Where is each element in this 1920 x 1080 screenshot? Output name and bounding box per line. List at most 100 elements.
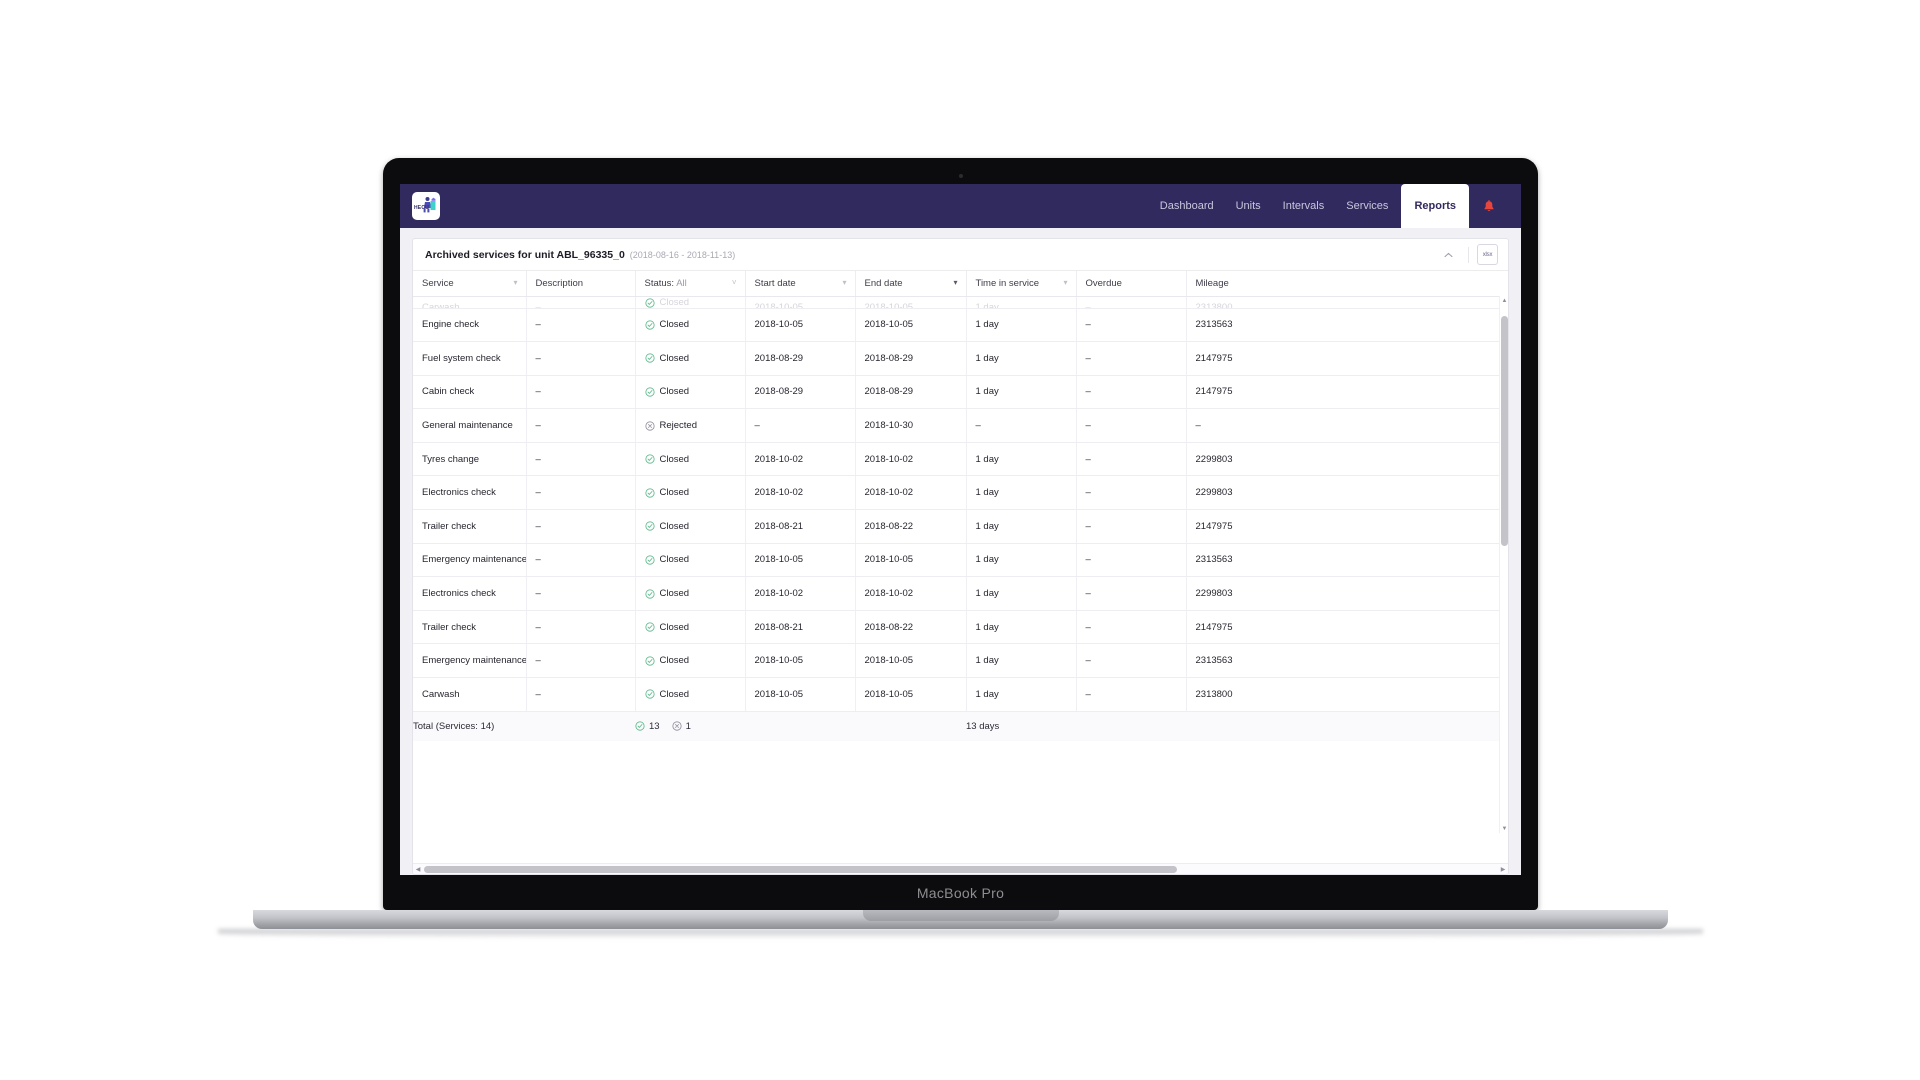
cell-description: – xyxy=(526,509,636,544)
scroll-up-arrow-icon[interactable]: ▲ xyxy=(1500,296,1508,305)
collapse-card-button[interactable] xyxy=(1436,243,1460,267)
column-header-time-in-service[interactable]: Time in service ▾ xyxy=(966,271,1077,297)
total-description xyxy=(526,710,635,742)
report-card-header: Archived services for unit ABL_96335_0 (… xyxy=(413,239,1508,271)
cell-mileage: 2147975 xyxy=(1186,509,1508,544)
table-row[interactable]: Carwash – Closed 2018-10-05 2018-10-05 1 day –… xyxy=(413,677,1508,712)
table-row[interactable]: Emergency maintenance – Closed 2018-10-05 20… xyxy=(413,543,1508,578)
cell-start-date: 2018-10-02 xyxy=(745,576,856,611)
table-row[interactable]: Trailer check – Closed 2018-08-21 2018-08-22… xyxy=(413,610,1508,645)
status-label: Rejected xyxy=(659,420,698,432)
status-label: Closed xyxy=(659,319,690,331)
table-row[interactable]: Trailer check – Closed 2018-08-21 2018-08-22… xyxy=(413,509,1508,544)
cell-time-in-service: 1 day xyxy=(966,543,1077,578)
cell-description: – xyxy=(526,308,636,343)
cell-description: – xyxy=(526,576,636,611)
notifications-button[interactable] xyxy=(1479,184,1499,228)
column-header-start-date[interactable]: Start date ▾ xyxy=(745,271,856,297)
table-row[interactable]: General maintenance – Rejected –2018-10-30–… xyxy=(413,408,1508,443)
table-head: Service ▾ Description Status: All ˅ Star… xyxy=(413,271,1508,297)
status-badge: Closed xyxy=(644,454,736,465)
nav-item-units[interactable]: Units xyxy=(1225,184,1272,228)
status-filter-value: All xyxy=(676,277,687,289)
cell-mileage: 2313563 xyxy=(1186,308,1508,343)
chevron-down-icon-status[interactable]: ˅ xyxy=(732,279,737,287)
column-header-mileage[interactable]: Mileage xyxy=(1186,271,1508,297)
table-row[interactable]: Cabin check – Closed 2018-08-29 2018-08-29 1 … xyxy=(413,375,1508,410)
status-closed-icon xyxy=(644,454,655,464)
cell-end-date: 2018-08-22 xyxy=(855,509,967,544)
cell-time-in-service: 1 day xyxy=(966,296,1077,309)
nav-item-services[interactable]: Services xyxy=(1335,184,1399,228)
export-xlsx-button[interactable]: xlsx xyxy=(1477,244,1498,265)
cell-time-in-service: 1 day xyxy=(966,643,1077,679)
cell-overdue: – xyxy=(1076,610,1187,645)
cell-overdue: – xyxy=(1076,509,1187,544)
cell-start-date: 2018-10-05 xyxy=(745,296,856,309)
total-status-counts: 13 1 xyxy=(635,710,745,742)
table-row[interactable]: Electronics check – Closed 2018-10-02 2018-1… xyxy=(413,576,1508,611)
table-row[interactable]: Electronics check – Closed 2018-10-02 2018-1… xyxy=(413,475,1508,511)
table-row[interactable]: Carwash – Closed 2018-10-05 2018-10-05 1 day –… xyxy=(413,296,1508,309)
status-label: Closed xyxy=(659,520,690,532)
status-badge: Closed xyxy=(644,689,736,700)
sort-icon-time-in-service[interactable]: ▾ xyxy=(1063,279,1067,287)
cell-status: Closed xyxy=(635,610,746,645)
app-logo[interactable]: HECU xyxy=(412,192,440,220)
column-header-description[interactable]: Description xyxy=(526,271,636,297)
cell-overdue: – xyxy=(1076,408,1187,443)
table-row[interactable]: Emergency maintenance – Closed 2018-10-05 20… xyxy=(413,643,1508,679)
vertical-scroll-thumb[interactable] xyxy=(1501,316,1508,546)
cell-overdue: – xyxy=(1076,475,1187,511)
card-header-actions: xlsx xyxy=(1436,243,1502,267)
report-date-range: (2018-08-16 - 2018-11-13) xyxy=(629,249,736,260)
horizontal-scroll-thumb[interactable] xyxy=(424,866,1177,873)
status-label: Closed xyxy=(659,655,690,667)
cell-time-in-service: 1 day xyxy=(966,341,1077,376)
sort-icon-start-date[interactable]: ▾ xyxy=(842,279,846,287)
closed-count-value: 13 xyxy=(649,720,660,732)
cell-service: Fuel system check xyxy=(413,341,527,376)
nav-item-reports[interactable]: Reports xyxy=(1401,184,1469,228)
table-body: Carwash – Closed 2018-10-05 2018-10-05 1 day –… xyxy=(413,296,1508,712)
cell-start-date: 2018-10-02 xyxy=(745,442,856,477)
nav-item-intervals[interactable]: Intervals xyxy=(1272,184,1336,228)
cell-mileage: 2299803 xyxy=(1186,442,1508,477)
sort-icon-service[interactable]: ▾ xyxy=(513,279,517,287)
laptop-base-shadow xyxy=(218,929,1703,939)
table-total-row: Total (Services: 14) 13 1 13 days xyxy=(413,710,1508,742)
cell-start-date: 2018-08-29 xyxy=(745,341,856,376)
column-header-service[interactable]: Service ▾ xyxy=(413,271,527,297)
cell-end-date: 2018-10-05 xyxy=(855,677,967,712)
table-row[interactable]: Engine check – Closed 2018-10-05 2018-10-05 1… xyxy=(413,308,1508,343)
horizontal-scrollbar[interactable]: ◀ ▶ xyxy=(413,863,1508,874)
vertical-scrollbar[interactable]: ▲ ▼ xyxy=(1499,296,1508,833)
cell-status: Closed xyxy=(635,576,746,611)
status-closed-icon xyxy=(644,622,655,632)
column-label-status: Status: xyxy=(644,277,675,289)
status-label: Closed xyxy=(659,621,690,633)
column-header-status[interactable]: Status: All ˅ xyxy=(635,271,746,297)
total-overdue xyxy=(1076,710,1186,742)
total-label: Total (Services: 14) xyxy=(413,710,526,742)
scroll-right-arrow-icon[interactable]: ▶ xyxy=(1498,864,1508,874)
cell-end-date: 2018-10-05 xyxy=(855,643,967,679)
cell-description: – xyxy=(526,677,636,712)
total-time-in-service: 13 days xyxy=(966,710,1076,742)
cell-mileage: 2313800 xyxy=(1186,677,1508,712)
table-row[interactable]: Fuel system check – Closed 2018-08-29 2018-0… xyxy=(413,341,1508,376)
sort-icon-end-date[interactable]: ▾ xyxy=(953,279,957,287)
cell-service: Engine check xyxy=(413,308,527,343)
device-label: MacBook Pro xyxy=(916,885,1005,901)
status-label: Closed xyxy=(659,352,690,364)
cell-service: Cabin check xyxy=(413,375,527,410)
scroll-down-arrow-icon[interactable]: ▼ xyxy=(1500,824,1508,833)
scroll-left-arrow-icon[interactable]: ◀ xyxy=(413,864,423,874)
webcam-icon xyxy=(958,174,963,178)
column-header-end-date[interactable]: End date ▾ xyxy=(855,271,967,297)
cell-overdue: – xyxy=(1076,308,1187,343)
nav-item-dashboard[interactable]: Dashboard xyxy=(1149,184,1225,228)
table-row[interactable]: Tyres change – Closed 2018-10-02 2018-10-02 1… xyxy=(413,442,1508,477)
column-header-overdue[interactable]: Overdue xyxy=(1076,271,1187,297)
cell-mileage: 2147975 xyxy=(1186,375,1508,410)
